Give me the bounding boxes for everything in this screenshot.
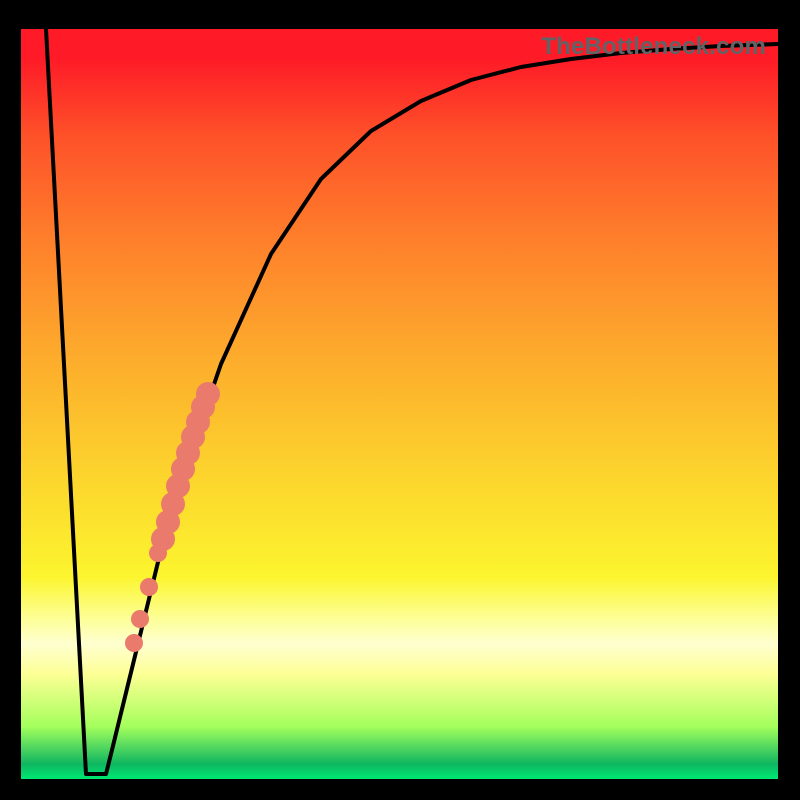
chart-plot-area: TheBottleneck.com <box>21 29 778 779</box>
data-markers <box>125 382 220 652</box>
watermark-text: TheBottleneck.com <box>541 33 766 61</box>
curve-path <box>46 29 778 774</box>
chart-frame: TheBottleneck.com <box>0 0 800 800</box>
data-marker <box>125 634 143 652</box>
data-marker <box>196 382 220 406</box>
chart-svg <box>21 29 778 779</box>
data-marker <box>131 610 149 628</box>
data-marker <box>140 578 158 596</box>
